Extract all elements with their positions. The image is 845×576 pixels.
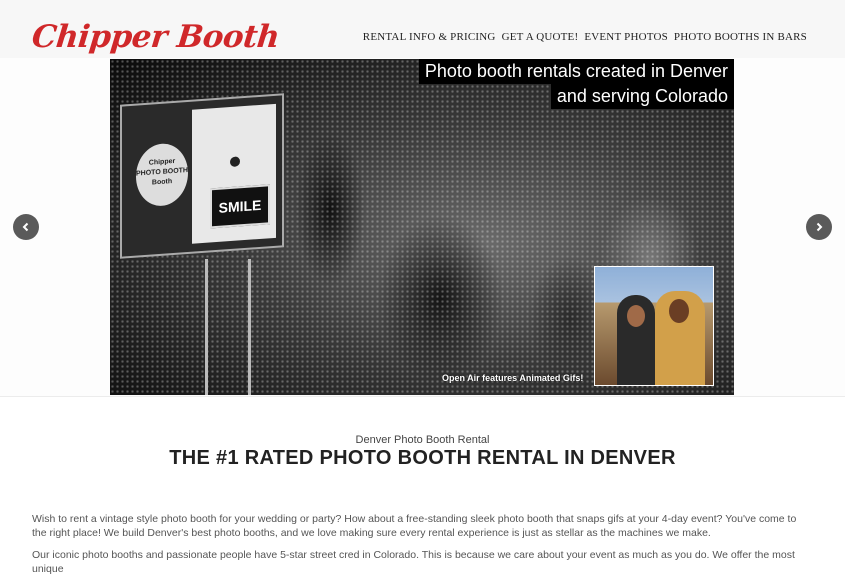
hero-slide-image: Chipper PHOTO BOOTH Booth SMILE Photo bo…	[110, 59, 734, 395]
main-nav: RENTAL INFO & PRICING GET A QUOTE! EVENT…	[363, 31, 807, 43]
chevron-left-icon	[22, 222, 29, 232]
nav-item-get-a-quote[interactable]: GET A QUOTE!	[502, 31, 579, 43]
chevron-right-icon	[816, 222, 823, 232]
slider-prev-button[interactable]	[13, 214, 39, 240]
face	[669, 299, 689, 323]
booth-stand	[205, 259, 251, 395]
booth-smile-sign: SMILE	[210, 184, 270, 229]
booth-logo-disc: Chipper PHOTO BOOTH Booth	[136, 141, 188, 208]
photo-booth-illustration: Chipper PHOTO BOOTH Booth SMILE	[120, 93, 284, 259]
face	[627, 305, 645, 327]
nav-item-rental-info[interactable]: RENTAL INFO & PRICING	[363, 31, 496, 43]
inset-couple-photo	[594, 266, 714, 386]
person-left	[617, 295, 655, 385]
slide-caption-line-1: Photo booth rentals created in Denver	[418, 59, 734, 84]
site-header: Chipper Booth RENTAL INFO & PRICING GET …	[0, 0, 845, 59]
slider-next-button[interactable]	[806, 214, 832, 240]
inset-caption: Open Air features Animated Gifs!	[442, 373, 584, 383]
nav-item-photo-booths-in-bars[interactable]: PHOTO BOOTHS IN BARS	[674, 31, 807, 43]
section-title: THE #1 RATED PHOTO BOOTH RENTAL IN DENVE…	[169, 447, 676, 469]
nav-item-event-photos[interactable]: EVENT PHOTOS	[584, 31, 668, 43]
slide-caption-line-2: and serving Colorado	[550, 84, 734, 109]
site-logo[interactable]: Chipper Booth	[30, 17, 281, 57]
person-right	[655, 291, 705, 385]
intro-paragraph-1: Wish to rent a vintage style photo booth…	[32, 513, 797, 539]
slide-caption: Photo booth rentals created in Denver an…	[418, 59, 734, 109]
section-subtitle: Denver Photo Booth Rental	[355, 434, 490, 446]
intro-paragraph-2: Our iconic photo booths and passionate p…	[32, 549, 795, 575]
